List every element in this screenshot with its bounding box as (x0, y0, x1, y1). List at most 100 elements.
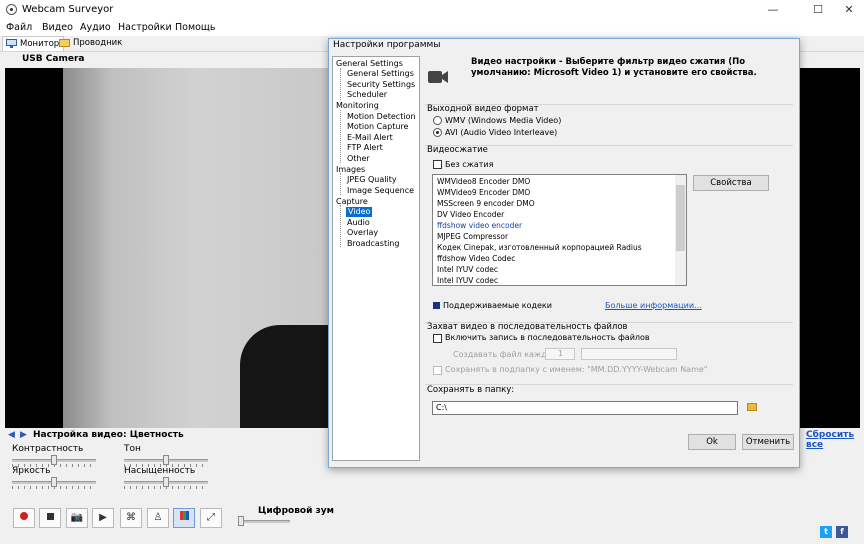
person-button[interactable]: ♙ (147, 508, 169, 528)
properties-button[interactable]: Свойства (693, 175, 769, 191)
camera-icon: 📷 (70, 512, 84, 523)
facebook-icon[interactable]: f (836, 526, 848, 538)
minimize-button[interactable]: — (758, 2, 788, 18)
option-wmv-label[interactable]: WMV (Windows Media Video) (445, 116, 561, 125)
dialog-title-bar: Настройки программы (329, 39, 799, 53)
codec-item[interactable]: Кодек Cinepak, изготовленный корпорацией… (437, 243, 642, 252)
tab-explorer[interactable]: Проводник (56, 36, 126, 50)
codec-item[interactable]: Intel IYUV codec (437, 276, 498, 285)
tree-general-settings-child[interactable]: General Settings (347, 69, 414, 79)
saturation-slider[interactable] (124, 477, 208, 491)
enable-sequence-label[interactable]: Включить запись в последовательность фай… (445, 333, 650, 342)
tree-motion-detection[interactable]: Motion Detection (347, 112, 416, 122)
slider-thumb[interactable] (51, 477, 57, 487)
title-bar: Webcam Surveyor — ☐ ✕ (0, 0, 864, 21)
camera-title: USB Camera (22, 54, 85, 64)
interval-spinner[interactable]: 1 (545, 348, 575, 360)
menu-audio[interactable]: Аудио (80, 22, 111, 33)
tree-jpeg-quality[interactable]: JPEG Quality (347, 175, 397, 185)
app-icon (6, 4, 17, 15)
supported-codecs-swatch (433, 302, 440, 309)
tree-broadcasting[interactable]: Broadcasting (347, 239, 399, 249)
more-info-link[interactable]: Больше информации... (605, 301, 702, 310)
tree-security-settings[interactable]: Security Settings (347, 80, 415, 90)
fullscreen-icon: ⤢ (207, 512, 215, 523)
save-folder-input[interactable]: C:\ (432, 401, 738, 415)
fullscreen-button[interactable]: ⤢ (200, 508, 222, 528)
tree-capture[interactable]: Capture (336, 197, 368, 207)
menu-video[interactable]: Видео (42, 22, 73, 33)
supported-codecs-label: Поддерживаемые кодеки (443, 301, 552, 310)
tree-other[interactable]: Other (347, 154, 370, 164)
codec-item[interactable]: MSScreen 9 encoder DMO (437, 199, 535, 208)
tree-audio[interactable]: Audio (347, 218, 370, 228)
arrow-right-icon[interactable]: ▶ (20, 430, 27, 440)
codec-item[interactable]: ffdshow Video Codec (437, 254, 515, 263)
tree-image-sequence[interactable]: Image Sequence (347, 186, 414, 196)
folder-icon (59, 39, 70, 47)
enable-sequence-checkbox[interactable] (433, 334, 442, 343)
menu-settings[interactable]: Настройки (118, 22, 172, 33)
menu-help[interactable]: Помощь (175, 22, 215, 33)
stop-button[interactable] (39, 508, 61, 528)
radio-wmv[interactable] (433, 116, 442, 125)
motion-icon: ⌘ (126, 512, 136, 523)
compression-label: Видеосжатие (427, 145, 488, 155)
play-icon: ▶ (99, 512, 107, 523)
brightness-slider[interactable] (12, 477, 96, 491)
codec-item[interactable]: MJPEG Compressor (437, 232, 508, 241)
codec-list[interactable]: WMVideo8 Encoder DMO WMVideo9 Encoder DM… (432, 174, 687, 286)
interval-unit-select[interactable] (581, 348, 677, 360)
tree-general-settings[interactable]: General Settings (336, 59, 403, 69)
no-compression-label[interactable]: Без сжатия (445, 160, 493, 169)
playback-button[interactable]: ▶ (92, 508, 114, 528)
reset-all-link[interactable]: Сбросить все (806, 430, 864, 450)
menu-file[interactable]: Файл (6, 22, 32, 33)
tree-email-alert[interactable]: E-Mail Alert (347, 133, 393, 143)
slider-thumb[interactable] (238, 516, 244, 526)
browse-folder-icon[interactable] (747, 403, 757, 411)
hue-label: Тон (124, 444, 141, 454)
slider-thumb[interactable] (163, 477, 169, 487)
codec-item[interactable]: Intel IYUV codec (437, 265, 498, 274)
codec-item[interactable]: WMVideo9 Encoder DMO (437, 188, 530, 197)
settings-tree: General Settings General Settings Securi… (332, 56, 420, 461)
save-subfolder-label[interactable]: Сохранять в подпапку с именем: "MM.DD.YY… (445, 365, 707, 374)
close-button[interactable]: ✕ (834, 2, 864, 18)
option-avi-label[interactable]: AVI (Audio Video Interleave) (445, 128, 557, 137)
color-settings-button[interactable] (173, 508, 195, 528)
cancel-button[interactable]: Отменить (742, 434, 794, 450)
maximize-button[interactable]: ☐ (803, 2, 833, 18)
digital-zoom-label: Цифровой зум (258, 506, 334, 516)
saturation-label: Насыщенность (124, 466, 196, 476)
brightness-label: Яркость (12, 466, 51, 476)
arrow-left-icon[interactable]: ◀ (8, 430, 15, 440)
record-button[interactable] (13, 508, 35, 528)
codec-item[interactable]: DV Video Encoder (437, 210, 504, 219)
color-bars-icon (179, 511, 189, 520)
stop-icon (46, 513, 54, 520)
snapshot-button[interactable]: 📷 (66, 508, 88, 528)
slider-thumb[interactable] (51, 455, 57, 465)
tab-monitor[interactable]: Монитор (2, 36, 65, 51)
tree-scheduler[interactable]: Scheduler (347, 90, 387, 100)
tree-ftp-alert[interactable]: FTP Alert (347, 143, 383, 153)
record-icon (20, 512, 28, 520)
twitter-icon[interactable]: t (820, 526, 832, 538)
tree-motion-capture[interactable]: Motion Capture (347, 122, 408, 132)
radio-avi[interactable] (433, 128, 442, 137)
monitor-icon (6, 39, 17, 48)
digital-zoom-slider[interactable] (238, 516, 290, 530)
tree-video[interactable]: Video (346, 207, 373, 217)
no-compression-checkbox[interactable] (433, 160, 442, 169)
tree-overlay[interactable]: Overlay (347, 228, 378, 238)
tree-images[interactable]: Images (336, 165, 365, 175)
motion-detection-button[interactable]: ⌘ (120, 508, 142, 528)
slider-thumb[interactable] (163, 455, 169, 465)
codec-list-scrollbar-thumb[interactable] (676, 185, 685, 251)
codec-item[interactable]: WMVideo8 Encoder DMO (437, 177, 530, 186)
ok-button[interactable]: Ok (688, 434, 736, 450)
codec-item[interactable]: ffdshow video encoder (437, 221, 522, 230)
tree-monitoring[interactable]: Monitoring (336, 101, 379, 111)
save-subfolder-checkbox[interactable] (433, 366, 442, 375)
